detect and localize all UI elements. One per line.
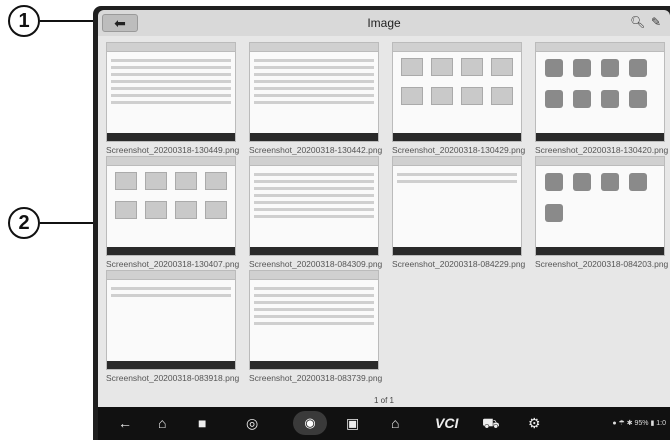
status-indicators: ● ☂ ✱ 95% ▮ 1:0: [612, 420, 666, 427]
vehicle-service-icon[interactable]: ⚙: [528, 415, 541, 432]
thumbnail[interactable]: Screenshot_20200318-083918.png: [106, 270, 240, 383]
page-title: Image: [367, 16, 401, 30]
screenshot-preview: [249, 270, 379, 370]
title-bar: ⬅ Image 🔍︎ ✎: [98, 10, 670, 36]
search-icon[interactable]: 🔍︎: [630, 15, 645, 29]
thumbnail-filename: Screenshot_20200318-130420.png: [535, 145, 669, 155]
thumbnail[interactable]: Screenshot_20200318-084229.png: [392, 156, 526, 269]
thumbnail-filename: Screenshot_20200318-084229.png: [392, 259, 526, 269]
thumbnail-filename: Screenshot_20200318-084203.png: [535, 259, 669, 269]
callout-1-leader: [40, 20, 98, 22]
thumbnail[interactable]: Screenshot_20200318-083739.png: [249, 270, 383, 383]
recent-apps-icon[interactable]: ■: [198, 415, 206, 431]
camera-button[interactable]: ◉: [293, 411, 327, 435]
thumbnail[interactable]: Screenshot_20200318-084309.png: [249, 156, 383, 269]
thumbnail[interactable]: Screenshot_20200318-130420.png: [535, 42, 669, 155]
car-icon[interactable]: ⛟: [482, 415, 500, 434]
screen-record-icon[interactable]: ▣: [346, 415, 359, 432]
screenshot-preview: [106, 270, 236, 370]
screenshot-preview: [249, 156, 379, 256]
browser-icon[interactable]: ◎: [246, 415, 258, 432]
thumbnail-filename: Screenshot_20200318-130407.png: [106, 259, 240, 269]
screenshot-preview: [392, 42, 522, 142]
thumbnail-filename: Screenshot_20200318-130442.png: [249, 145, 383, 155]
screenshot-preview: [249, 42, 379, 142]
thumbnail[interactable]: Screenshot_20200318-084203.png: [535, 156, 669, 269]
screenshot-preview: [392, 156, 522, 256]
screenshot-preview: [535, 42, 665, 142]
garage-icon[interactable]: ⌂: [391, 415, 399, 431]
home-icon[interactable]: ⌂: [158, 415, 166, 431]
pencil-icon[interactable]: ✎: [651, 15, 661, 29]
thumbnail-filename: Screenshot_20200318-130449.png: [106, 145, 240, 155]
thumbnail-filename: Screenshot_20200318-083918.png: [106, 373, 240, 383]
thumbnail[interactable]: Screenshot_20200318-130442.png: [249, 42, 383, 155]
screenshot-preview: [106, 156, 236, 256]
system-navigation-bar: ← ⌂ ■ ◎ ◉ ▣ ⌂ VCI ⛟ ⚙ ● ☂ ✱ 95% ▮ 1:0: [98, 407, 670, 440]
screenshot-preview: [535, 156, 665, 256]
thumbnail[interactable]: Screenshot_20200318-130449.png: [106, 42, 240, 155]
thumbnail-filename: Screenshot_20200318-083739.png: [249, 373, 383, 383]
back-icon[interactable]: ←: [118, 415, 132, 431]
image-gallery: Screenshot_20200318-130449.png Screensho…: [98, 36, 670, 407]
vci-icon[interactable]: VCI: [435, 415, 458, 431]
thumbnail[interactable]: Screenshot_20200318-130407.png: [106, 156, 240, 269]
thumbnail-filename: Screenshot_20200318-084309.png: [249, 259, 383, 269]
screenshot-preview: [106, 42, 236, 142]
thumbnail-filename: Screenshot_20200318-130429.png: [392, 145, 526, 155]
callout-2-leader: [40, 222, 98, 224]
camera-icon: ◉: [304, 415, 316, 430]
thumbnail[interactable]: Screenshot_20200318-130429.png: [392, 42, 526, 155]
callout-1: 1: [8, 5, 40, 37]
page-indicator: 1 of 1: [373, 396, 394, 405]
callout-2: 2: [8, 207, 40, 239]
